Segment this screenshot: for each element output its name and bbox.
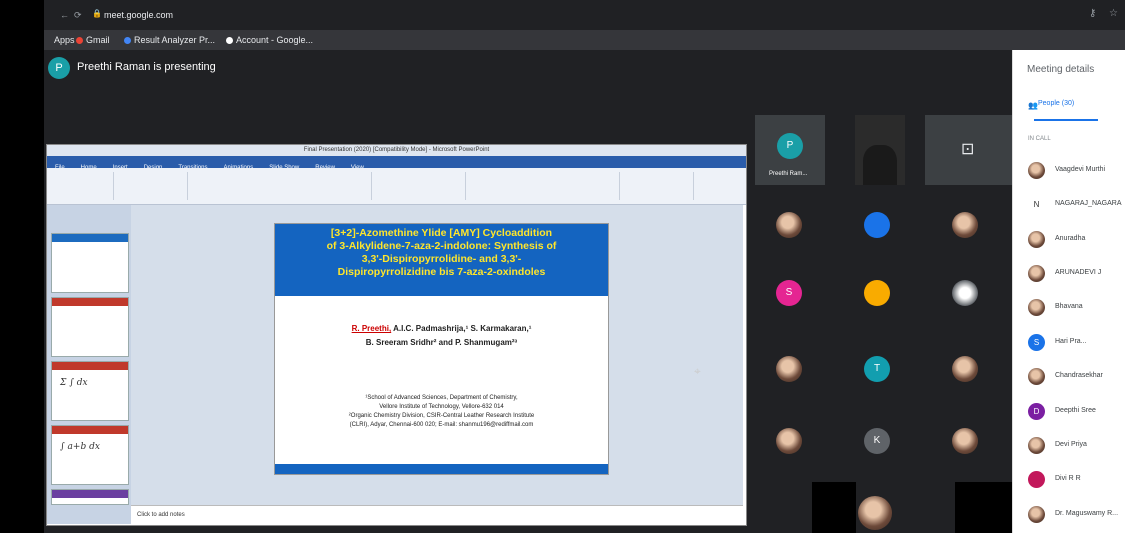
ppt-ribbon-tabs: FileHomeInsertDesignTransitionsAnimation… (47, 156, 746, 171)
slide-footer-bar (275, 464, 608, 474)
participant-avatar[interactable]: K (864, 428, 890, 454)
participant-row[interactable]: Bhavana (1028, 298, 1125, 318)
participant-avatar[interactable] (864, 212, 890, 238)
back-icon[interactable]: ← (60, 10, 69, 20)
participant-avatar[interactable]: T (864, 356, 890, 382)
participant-avatar[interactable] (952, 212, 978, 238)
slide-title: [3+2]-Azomethine Ylide [AMY] Cycloadditi… (275, 224, 608, 296)
slide-thumbnail[interactable]: ∫ a+b dx (51, 425, 129, 485)
participant-avatar[interactable] (864, 280, 890, 306)
ppt-ribbon (47, 168, 746, 205)
ppt-status-bar (47, 505, 131, 524)
participant-row[interactable]: S Hari Pra... (1028, 333, 1125, 353)
bookmark-result[interactable]: Result Analyzer Pr... (134, 35, 215, 45)
participant-avatar[interactable] (776, 356, 802, 382)
slide-authors: R. Preethi, A.I.C. Padmashrija,¹ S. Karm… (351, 324, 532, 347)
bookmark-account[interactable]: Account - Google... (236, 35, 313, 45)
in-call-header: IN CALL (1028, 136, 1051, 142)
current-slide: [3+2]-Azomethine Ylide [AMY] Cycloadditi… (274, 223, 609, 475)
participant-avatar[interactable]: S (776, 280, 802, 306)
participant-row[interactable]: Divi R R (1028, 470, 1125, 490)
slides-group[interactable] (117, 172, 188, 200)
meeting-details-panel (1012, 50, 1125, 533)
people-tab[interactable]: People (30) (1038, 100, 1074, 107)
slide-thumbnail[interactable] (51, 297, 129, 357)
participant-row[interactable]: D Deepthi Sree (1028, 402, 1125, 422)
star-icon[interactable]: ☆ (1109, 8, 1118, 19)
participant-row[interactable]: Anuradha (1028, 230, 1125, 250)
slide-thumbnails: Σ ∫ dx ∫ a+b dx (47, 205, 131, 505)
people-icon: 👥 (1028, 101, 1038, 110)
shared-screen-powerpoint: Final Presentation (2020) [Compatibility… (46, 144, 747, 526)
participant-row[interactable]: Dr. Maguswamy R... (1028, 505, 1125, 525)
drawing-group[interactable] (469, 172, 620, 200)
participant-tile-camera-off[interactable]: ⊡ (925, 115, 1012, 185)
bookmark-icon (124, 37, 131, 44)
participant-tile-self[interactable]: P Preethi Ram... (755, 115, 825, 185)
video-gap (812, 482, 856, 533)
participant-avatar[interactable] (952, 280, 978, 306)
presenter-label: Preethi Raman is presenting (77, 61, 216, 73)
slide-affiliations: ¹School of Advanced Sciences, Department… (348, 395, 535, 428)
slide-canvas: [3+2]-Azomethine Ylide [AMY] Cycloadditi… (131, 205, 743, 505)
participant-row[interactable]: Vaagdevi Murthi (1028, 161, 1125, 181)
reload-icon[interactable]: ⟳ (74, 10, 82, 21)
participant-row[interactable]: Chandrasekhar (1028, 367, 1125, 387)
left-black-bar (0, 0, 44, 533)
participant-row[interactable]: ARUNADEVI J (1028, 264, 1125, 284)
participant-avatar[interactable] (952, 428, 978, 454)
participant-row[interactable]: Devi Priya (1028, 436, 1125, 456)
people-tab-indicator (1034, 119, 1098, 121)
bookmark-apps[interactable]: Apps (54, 35, 75, 45)
participant-avatar[interactable] (776, 428, 802, 454)
video-gap (955, 482, 1012, 533)
participant-avatar[interactable] (952, 356, 978, 382)
participant-row[interactable]: N NAGARAJ_NAGARA (1028, 195, 1125, 215)
slide-thumbnail[interactable] (51, 233, 129, 293)
participant-tile-video[interactable] (855, 115, 905, 185)
key-icon[interactable]: ⚷ (1089, 8, 1096, 19)
participant-avatar[interactable] (858, 496, 892, 530)
ppt-window-title: Final Presentation (2020) [Compatibility… (47, 145, 746, 156)
participant-avatar[interactable] (776, 212, 802, 238)
browser-toolbar: ← ⟳ 🔒 meet.google.com ⚷ ☆ (44, 0, 1125, 30)
presenter-avatar: P (48, 57, 70, 79)
gmail-icon (76, 37, 83, 44)
mouse-pointer-icon: ⌖ (694, 364, 701, 378)
slide-thumbnail[interactable]: Σ ∫ dx (51, 361, 129, 421)
bookmark-gmail[interactable]: Gmail (86, 35, 110, 45)
editing-group[interactable] (623, 172, 694, 200)
notes-pane[interactable]: Click to add notes (131, 505, 743, 524)
lock-icon: 🔒 (92, 9, 102, 18)
paragraph-group[interactable] (375, 172, 466, 200)
bookmarks-bar: Apps Gmail Result Analyzer Pr... Account… (44, 30, 1125, 50)
panel-title: Meeting details (1027, 64, 1095, 75)
google-icon (226, 37, 233, 44)
slide-thumbnail[interactable] (51, 489, 129, 505)
clipboard-group[interactable] (51, 172, 114, 200)
participant-name: Preethi Ram... (769, 171, 808, 177)
font-group[interactable] (191, 172, 372, 200)
camera-icon: ⊡ (961, 141, 975, 158)
address-bar[interactable]: meet.google.com (104, 10, 173, 20)
